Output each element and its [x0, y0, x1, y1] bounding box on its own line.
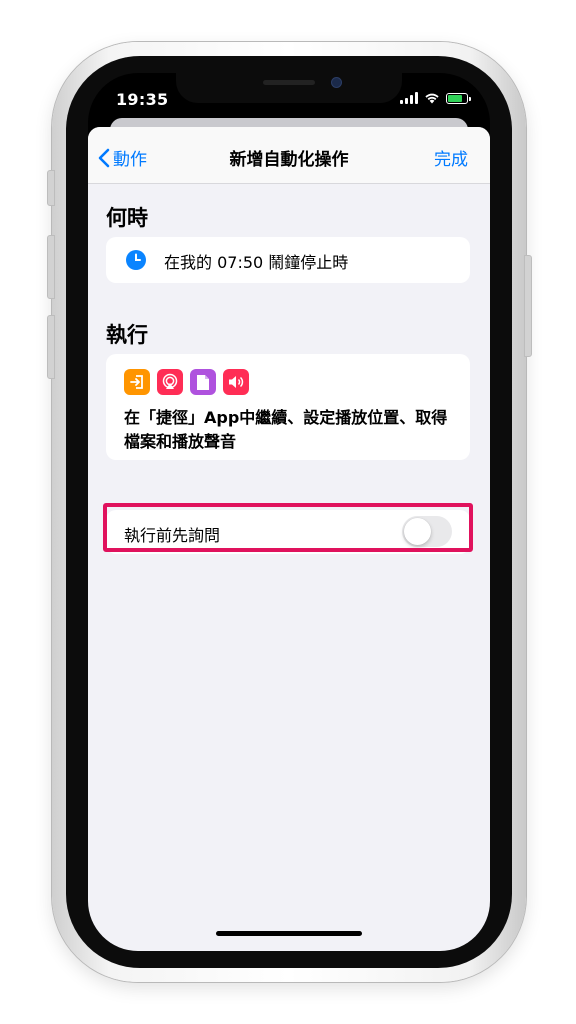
battery-level [448, 94, 463, 102]
volume-down-button [47, 315, 55, 379]
wifi-icon [425, 93, 439, 104]
power-button [524, 255, 532, 357]
action-icons [124, 369, 249, 395]
ask-before-running-row: 執行前先詢問 [106, 510, 470, 554]
toggle-knob [404, 518, 431, 545]
silent-switch [47, 170, 55, 206]
document-icon [190, 369, 216, 395]
continue-in-app-icon [124, 369, 150, 395]
trigger-row[interactable]: 在我的 07:50 鬧鐘停止時 [106, 237, 470, 283]
volume-up-button [47, 235, 55, 299]
airplay-icon [157, 369, 183, 395]
when-section-title: 何時 [106, 206, 148, 230]
navigation-bar: 動作 新增自動化操作 完成 [88, 127, 490, 184]
sound-icon [223, 369, 249, 395]
status-time: 19:35 [116, 90, 169, 109]
do-section-title: 執行 [106, 323, 148, 347]
front-camera [331, 77, 342, 88]
trigger-text: 在我的 07:50 鬧鐘停止時 [164, 253, 349, 272]
new-automation-sheet: 動作 新增自動化操作 完成 何時 在我的 07:50 鬧鐘停止時 執行 在「捷徑… [88, 127, 490, 951]
actions-card[interactable]: 在「捷徑」App中繼續、設定播放位置、取得檔案和播放聲音 [106, 354, 470, 460]
cellular-signal-icon [400, 92, 418, 104]
status-icons [400, 92, 471, 104]
page-title: 新增自動化操作 [229, 150, 349, 170]
clock-icon [126, 250, 146, 270]
earpiece-speaker [263, 80, 315, 85]
battery-icon [446, 92, 471, 104]
home-indicator[interactable] [216, 931, 362, 936]
ask-before-running-toggle[interactable] [402, 516, 452, 547]
actions-summary: 在「捷徑」App中繼續、設定播放位置、取得檔案和播放聲音 [124, 408, 448, 451]
done-button[interactable]: 完成 [434, 145, 468, 170]
ask-before-running-label: 執行前先詢問 [124, 526, 221, 545]
notch [176, 73, 402, 103]
